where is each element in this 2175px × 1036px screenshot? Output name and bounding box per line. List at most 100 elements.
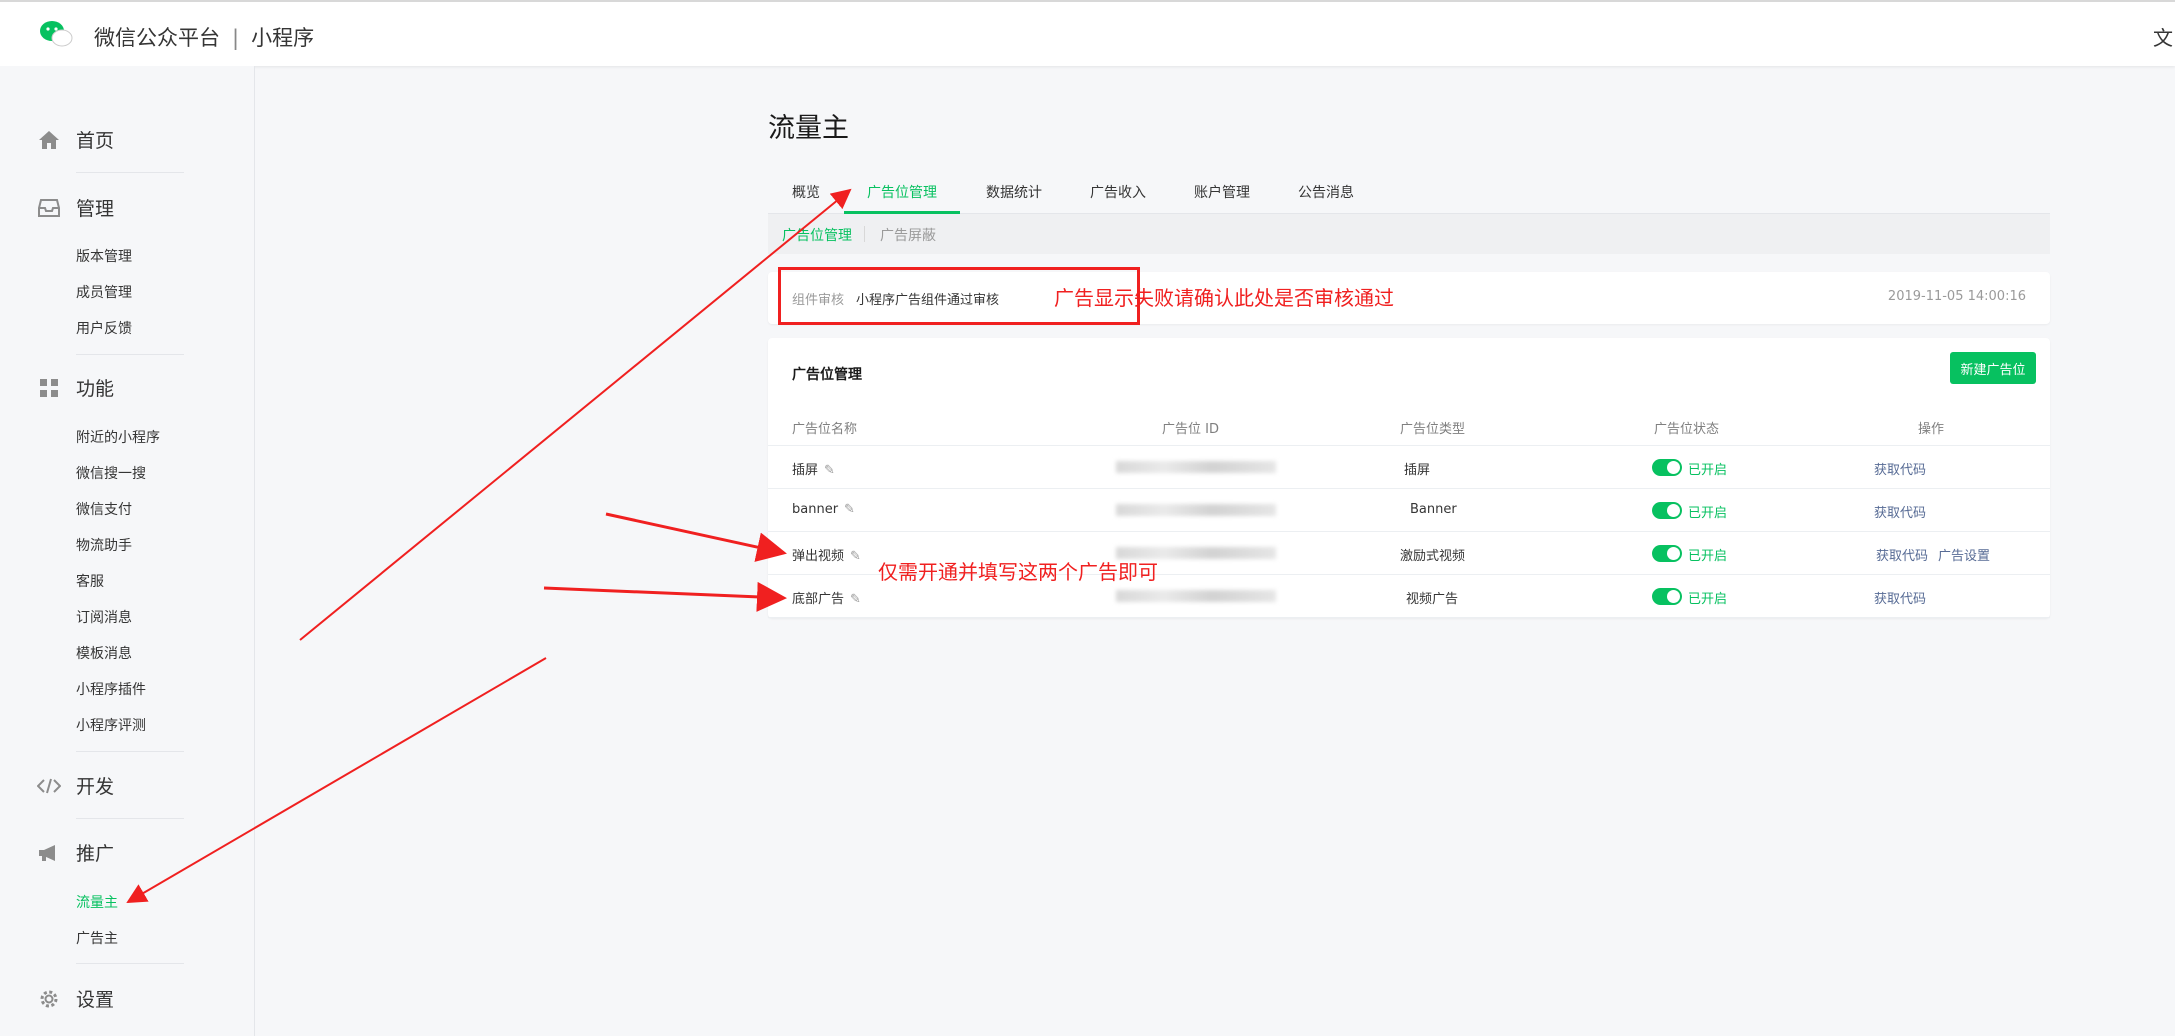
sidebar-item-template[interactable]: 模板消息 bbox=[76, 643, 132, 663]
sidebar-item-search[interactable]: 微信搜一搜 bbox=[76, 463, 146, 483]
row-type: 激励式视频 bbox=[1400, 549, 1466, 564]
status-toggle[interactable] bbox=[1652, 545, 1682, 562]
row-name-text: 底部广告 bbox=[792, 592, 845, 607]
row-type: 插屏 bbox=[1404, 463, 1431, 478]
get-code-link[interactable]: 获取代码 bbox=[1874, 502, 1926, 521]
wechat-logo-icon[interactable] bbox=[38, 19, 74, 49]
row-type: 视频广告 bbox=[1406, 592, 1459, 607]
sidebar-item-advertiser[interactable]: 广告主 bbox=[76, 928, 118, 948]
pencil-icon[interactable]: ✎ bbox=[844, 502, 855, 517]
gear-icon bbox=[36, 986, 62, 1012]
pencil-icon[interactable]: ✎ bbox=[850, 549, 861, 564]
subtab-ad-slot-management[interactable]: 广告位管理 bbox=[782, 225, 852, 245]
row-name[interactable]: 插屏 ✎ bbox=[792, 459, 835, 478]
status-text: 已开启 bbox=[1688, 506, 1728, 521]
top-bar: 微信公众平台 | 小程序 文 bbox=[0, 0, 2175, 66]
sidebar-item-evaluation[interactable]: 小程序评测 bbox=[76, 715, 146, 735]
grid-icon bbox=[36, 375, 62, 401]
sidebar-item-settings[interactable]: 设置 bbox=[36, 985, 114, 1012]
tab-income[interactable]: 广告收入 bbox=[1090, 182, 1146, 202]
sidebar-item-feedback[interactable]: 用户反馈 bbox=[76, 318, 132, 338]
sidebar-item-home[interactable]: 首页 bbox=[36, 126, 114, 153]
page-title: 流量主 bbox=[768, 113, 849, 144]
sidebar-divider bbox=[76, 751, 184, 752]
sidebar-group-features[interactable]: 功能 bbox=[36, 374, 114, 401]
subtab-ad-block[interactable]: 广告屏蔽 bbox=[880, 225, 936, 245]
sidebar-item-members[interactable]: 成员管理 bbox=[76, 282, 132, 302]
sidebar-item-version[interactable]: 版本管理 bbox=[76, 246, 132, 266]
status-text: 已开启 bbox=[1688, 463, 1728, 478]
new-ad-slot-button[interactable]: 新建广告位 bbox=[1950, 352, 2036, 384]
top-right-link[interactable]: 文 bbox=[2153, 22, 2173, 51]
product-name: 小程序 bbox=[251, 26, 315, 50]
get-code-link[interactable]: 获取代码 bbox=[1876, 545, 1928, 564]
home-icon bbox=[36, 127, 62, 153]
megaphone-icon bbox=[36, 840, 62, 866]
sidebar-divider bbox=[76, 963, 184, 964]
subtab-bar: 广告位管理 广告屏蔽 bbox=[768, 214, 2050, 254]
inbox-icon bbox=[36, 195, 62, 221]
sidebar-item-logistics[interactable]: 物流助手 bbox=[76, 535, 132, 555]
column-header-actions: 操作 bbox=[1918, 422, 1945, 437]
sidebar-label-manage: 管理 bbox=[76, 198, 115, 220]
sidebar-label-settings: 设置 bbox=[76, 989, 115, 1011]
tab-statistics[interactable]: 数据统计 bbox=[986, 182, 1042, 202]
brand-title[interactable]: 微信公众平台 | 小程序 bbox=[94, 22, 314, 52]
status-text: 已开启 bbox=[1688, 549, 1728, 564]
sidebar-item-plugin[interactable]: 小程序插件 bbox=[76, 679, 146, 699]
row-name[interactable]: 底部广告 ✎ bbox=[792, 588, 861, 607]
annotation-audit-note: 广告显示失败请确认此处是否审核通过 bbox=[1054, 286, 1394, 310]
code-icon bbox=[36, 773, 62, 799]
tab-overview[interactable]: 概览 bbox=[792, 182, 820, 202]
ad-slot-id-blurred bbox=[1116, 504, 1276, 516]
sidebar-item-develop[interactable]: 开发 bbox=[36, 772, 114, 799]
brand-name: 微信公众平台 bbox=[94, 26, 220, 50]
pencil-icon[interactable]: ✎ bbox=[850, 592, 861, 607]
row-name-text: 弹出视频 bbox=[792, 549, 845, 564]
row-name[interactable]: banner ✎ bbox=[792, 502, 855, 517]
sidebar-item-service[interactable]: 客服 bbox=[76, 571, 104, 591]
tab-announcements[interactable]: 公告消息 bbox=[1298, 182, 1354, 202]
sidebar-group-promote[interactable]: 推广 bbox=[36, 839, 114, 866]
sidebar-label-home: 首页 bbox=[76, 130, 115, 152]
status-toggle[interactable] bbox=[1652, 588, 1682, 605]
card-title: 广告位管理 bbox=[792, 367, 862, 383]
annotation-arrow-to-row-popup bbox=[605, 512, 787, 562]
table-row: 插屏 ✎ 插屏 已开启 获取代码 bbox=[768, 446, 2050, 489]
sidebar-item-pay[interactable]: 微信支付 bbox=[76, 499, 132, 519]
status-toggle[interactable] bbox=[1652, 502, 1682, 519]
column-header-type: 广告位类型 bbox=[1400, 422, 1466, 437]
row-name-text: banner bbox=[792, 502, 839, 517]
column-header-status: 广告位状态 bbox=[1654, 422, 1720, 437]
sidebar-label-develop: 开发 bbox=[76, 776, 115, 798]
sidebar-divider bbox=[76, 354, 184, 355]
sidebar-item-nearby[interactable]: 附近的小程序 bbox=[76, 427, 160, 447]
ad-slot-id-blurred bbox=[1116, 590, 1276, 602]
get-code-link[interactable]: 获取代码 bbox=[1874, 459, 1926, 478]
sidebar: 首页 管理 版本管理 成员管理 用户反馈 功能 附近的小程序 微信搜一搜 微信支… bbox=[0, 66, 255, 1036]
sidebar-group-manage[interactable]: 管理 bbox=[36, 194, 114, 221]
sidebar-item-subscribe[interactable]: 订阅消息 bbox=[76, 607, 132, 627]
sidebar-item-traffic-owner[interactable]: 流量主 bbox=[76, 892, 118, 912]
column-header-name: 广告位名称 bbox=[792, 422, 858, 437]
tab-bar: 概览 广告位管理 数据统计 广告收入 账户管理 公告消息 bbox=[768, 170, 2050, 214]
pencil-icon[interactable]: ✎ bbox=[824, 463, 835, 478]
tab-ad-slot-management[interactable]: 广告位管理 bbox=[867, 182, 937, 202]
sidebar-divider bbox=[76, 172, 184, 173]
brand-separator: | bbox=[232, 26, 240, 50]
row-type: Banner bbox=[1410, 502, 1457, 517]
status-toggle[interactable] bbox=[1652, 459, 1682, 476]
tab-account[interactable]: 账户管理 bbox=[1194, 182, 1250, 202]
column-header-id: 广告位 ID bbox=[1162, 422, 1219, 437]
audit-time: 2019-11-05 14:00:16 bbox=[1887, 289, 2026, 304]
annotation-rows-note: 仅需开通并填写这两个广告即可 bbox=[878, 560, 1158, 584]
ad-settings-link[interactable]: 广告设置 bbox=[1938, 545, 1990, 564]
subtab-separator bbox=[864, 226, 865, 242]
table-row: banner ✎ Banner 已开启 获取代码 bbox=[768, 489, 2050, 532]
sidebar-label-features: 功能 bbox=[76, 378, 115, 400]
annotation-arrow-to-row-bottom bbox=[543, 581, 787, 612]
row-name[interactable]: 弹出视频 ✎ bbox=[792, 545, 861, 564]
row-name-text: 插屏 bbox=[792, 463, 819, 478]
sidebar-divider bbox=[76, 818, 184, 819]
get-code-link[interactable]: 获取代码 bbox=[1874, 588, 1926, 607]
